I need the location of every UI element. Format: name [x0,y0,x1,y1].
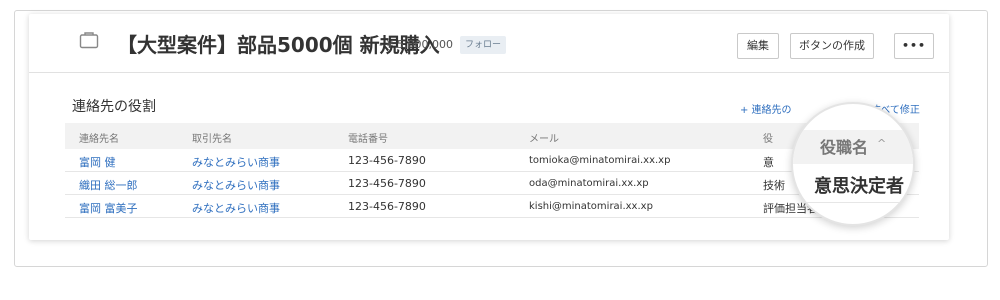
contact-name-link[interactable]: 織田 総一郎 [79,177,138,193]
account-name-link[interactable]: みなとみらい商事 [192,154,280,170]
email-value: tomioka@minatomirai.xx.xp [529,155,671,166]
table-row: 織田 総一郎 みなとみらい商事 123-456-7890 oda@minatom… [65,172,919,195]
edit-button[interactable]: 編集 [737,33,779,59]
header-divider [29,72,949,73]
role-value: 意 [763,156,774,169]
magnified-row-divider [793,202,913,203]
amount-value: - ¥ 5,000,000 [379,38,453,51]
email-value: kishi@minatomirai.xx.xp [529,201,653,212]
column-header-email[interactable]: メール [529,130,559,145]
role-value: 技術 [763,179,785,192]
column-header-account-name[interactable]: 取引先名 [192,130,232,145]
add-contact-role-link[interactable]: + 連絡先の [740,101,792,116]
magnified-role-column-label: 役職名 [820,138,869,157]
follow-button[interactable]: フォロー [460,36,507,54]
column-header-role[interactable]: 役 [763,130,773,145]
magnified-role-value: 意思決定者 [814,176,904,197]
opportunity-icon [79,31,99,49]
section-title: 連絡先の役割 [72,99,156,115]
account-name-link[interactable]: みなとみらい商事 [192,200,280,216]
phone-value: 123-456-7890 [348,200,426,213]
phone-value: 123-456-7890 [348,177,426,190]
magnifier-callout: 役職名 ^ 意思決定者 [791,102,915,226]
record-card: 【大型案件】部品5000個 新規購入 - ¥ 5,000,000 フォロー 編集… [29,14,949,240]
chevron-up-icon: ^ [877,137,887,150]
column-header-contact-name[interactable]: 連絡先名 [79,130,119,145]
magnified-header: 役職名 ^ [793,130,913,164]
create-button-button[interactable]: ボタンの作成 [790,33,874,59]
record-header: 【大型案件】部品5000個 新規購入 - ¥ 5,000,000 フォロー 編集… [29,14,949,72]
more-actions-button[interactable]: ••• [894,33,934,59]
contact-name-link[interactable]: 富岡 富美子 [79,200,138,216]
contact-name-link[interactable]: 富岡 健 [79,154,116,170]
account-name-link[interactable]: みなとみらい商事 [192,177,280,193]
table-header: 連絡先名 取引先名 電話番号 メール 役 [65,123,919,149]
column-header-phone[interactable]: 電話番号 [348,130,388,145]
email-value: oda@minatomirai.xx.xp [529,178,649,189]
table-row: 富岡 富美子 みなとみらい商事 123-456-7890 kishi@minat… [65,195,919,218]
phone-value: 123-456-7890 [348,154,426,167]
